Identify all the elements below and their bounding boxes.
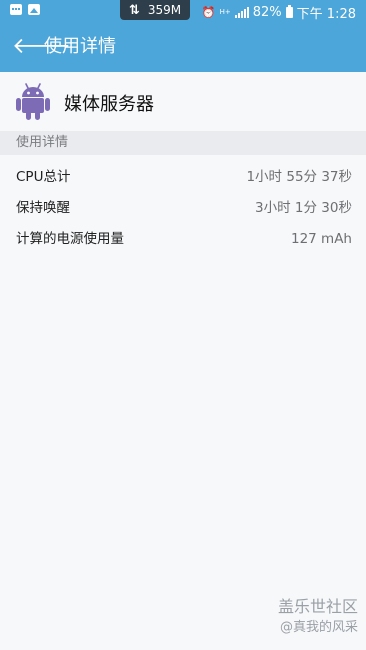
- row-value: 127 mAh: [290, 231, 352, 247]
- row-value: 1小时 55分 37秒: [246, 169, 352, 185]
- detail-row-keep-awake: 保持唤醒 3小时 1分 30秒: [0, 193, 366, 223]
- watermark: 盖乐世社区 @真我的风采: [278, 596, 358, 638]
- message-icon: [10, 4, 22, 15]
- row-value: 3小时 1分 30秒: [255, 200, 352, 216]
- data-speed-text: 359M: [147, 3, 182, 17]
- sync-icon: ⇅: [128, 2, 140, 18]
- status-bar: ⇅ 359M ⏰ H+ 82% 下午 1:28: [0, 0, 366, 22]
- notification-icons: [10, 4, 40, 15]
- battery-percent: 82%: [252, 5, 282, 20]
- network-type-icon: H+: [219, 8, 231, 16]
- battery-icon: [285, 5, 293, 18]
- alarm-icon: ⏰: [201, 6, 216, 19]
- app-bar: 🡐 使用详情: [0, 22, 366, 72]
- system-indicators: ⏰ H+ 82% 下午 1:28: [202, 3, 356, 22]
- back-arrow-icon[interactable]: 🡐: [12, 35, 71, 59]
- watermark-title: 盖乐世社区: [277, 597, 358, 616]
- image-icon: [28, 4, 40, 15]
- row-label: CPU总计: [16, 169, 71, 185]
- android-icon: [16, 83, 50, 120]
- app-name: 媒体服务器: [64, 94, 154, 115]
- page-title: 使用详情: [44, 36, 116, 57]
- clock: 下午 1:28: [296, 7, 356, 22]
- app-header: 媒体服务器: [0, 72, 366, 130]
- watermark-author: @真我的风采: [279, 620, 358, 635]
- detail-row-power-usage: 计算的电源使用量 127 mAh: [0, 224, 366, 254]
- row-label: 保持唤醒: [16, 200, 70, 216]
- section-header: 使用详情: [0, 131, 366, 155]
- signal-icon: [234, 7, 249, 18]
- detail-row-cpu-total: CPU总计 1小时 55分 37秒: [0, 162, 366, 192]
- row-label: 计算的电源使用量: [16, 231, 124, 247]
- data-speed-indicator: ⇅ 359M: [120, 0, 190, 20]
